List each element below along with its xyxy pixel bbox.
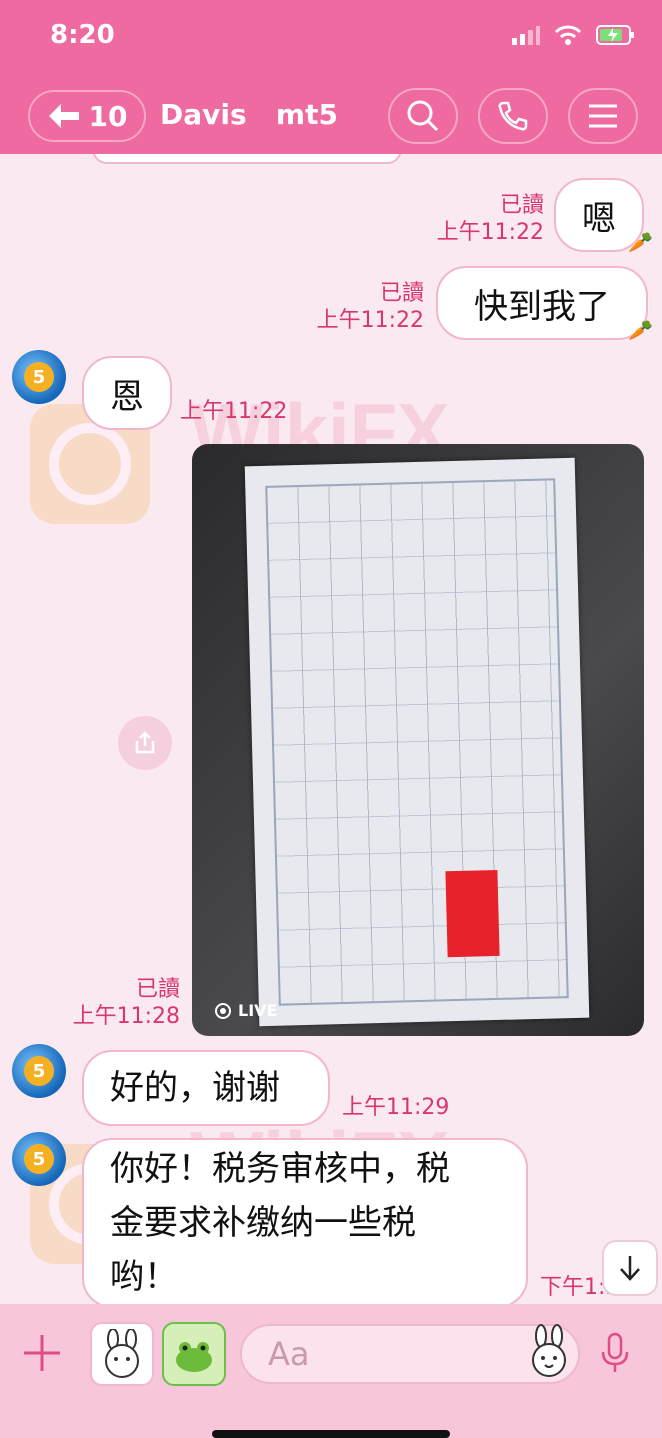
message-line: 金要求补缴纳一些税 (110, 1203, 416, 1243)
message-meta: 已讀 上午11:28 (64, 976, 180, 1030)
mic-icon (601, 1332, 629, 1372)
message-meta: 已讀 上午11:22 (312, 280, 424, 334)
mt5-logo-icon: 5 (24, 362, 54, 392)
wifi-icon (554, 25, 582, 45)
outgoing-message[interactable]: 快到我了 (436, 266, 648, 340)
arrow-down-icon (620, 1256, 640, 1281)
previous-bubble (92, 154, 402, 164)
chat-area[interactable]: WikiFX WikiFX 已讀 上午11:22 嗯 🥕 已讀 上午11:22 … (0, 154, 662, 1304)
message-line: 你好！税务审核中，税 (110, 1149, 450, 1189)
mic-button[interactable] (600, 1332, 630, 1378)
message-meta: 已讀 上午11:22 (430, 192, 544, 246)
chat-title: Davis mt5 (160, 98, 338, 131)
home-indicator (212, 1430, 450, 1438)
arrow-left-icon (48, 104, 79, 128)
call-button[interactable] (478, 88, 548, 144)
avatar[interactable]: 5 (12, 1132, 66, 1186)
unread-count: 10 (88, 99, 128, 133)
live-label: LIVE (238, 1001, 278, 1020)
sticker-button[interactable] (90, 1322, 154, 1386)
live-icon (215, 1002, 231, 1019)
incoming-message[interactable]: 恩 (82, 356, 172, 430)
chat-header: 10 Davis mt5 (0, 80, 662, 154)
message-time: 上午11:29 (342, 1095, 450, 1120)
mt5-logo-icon: 5 (24, 1144, 54, 1174)
frog-image-icon (176, 1342, 212, 1372)
back-button[interactable]: 10 (28, 90, 146, 142)
search-icon (407, 100, 439, 132)
read-receipt: 已讀 (379, 281, 424, 306)
live-badge: LIVE (214, 1001, 277, 1020)
message-time: 上午11:22 (180, 399, 288, 424)
slip-grid (265, 478, 569, 1006)
mt5-logo-icon: 5 (24, 1056, 54, 1086)
menu-icon (589, 104, 617, 128)
read-receipt: 已讀 (135, 977, 180, 1002)
input-bar: Aa (0, 1304, 662, 1438)
battery-icon (596, 25, 634, 45)
incoming-message[interactable]: 好的，谢谢 (82, 1050, 330, 1126)
message-time: 上午11:22 (436, 220, 544, 245)
emoji-icon[interactable] (526, 1324, 572, 1378)
image-button[interactable] (162, 1322, 226, 1386)
read-receipt: 已讀 (499, 193, 544, 218)
avatar[interactable]: 5 (12, 350, 66, 404)
plus-icon (24, 1335, 60, 1371)
photo-message[interactable]: LIVE (192, 444, 644, 1036)
status-bar: 8:20 (0, 0, 662, 80)
signal-icon (512, 26, 540, 45)
carrot-icon: 🥕 (628, 230, 653, 254)
message-line: 哟！ (110, 1257, 178, 1297)
status-icons (512, 24, 636, 46)
avatar[interactable]: 5 (12, 1044, 66, 1098)
search-button[interactable] (388, 88, 458, 144)
remittance-slip-image (244, 457, 590, 1027)
plus-button[interactable] (22, 1330, 62, 1384)
menu-button[interactable] (568, 88, 638, 144)
status-time: 8:20 (50, 20, 115, 50)
message-time: 上午11:22 (316, 308, 424, 333)
incoming-message[interactable]: 你好！税务审核中，税 金要求补缴纳一些税 哟！ (82, 1138, 528, 1304)
message-time: 上午11:28 (72, 1004, 180, 1029)
bunny-sticker-icon (105, 1329, 139, 1378)
scroll-down-button[interactable] (602, 1240, 658, 1296)
share-icon (135, 731, 155, 754)
redaction-box (445, 869, 500, 958)
share-button[interactable] (118, 716, 172, 770)
phone-icon (498, 101, 528, 131)
carrot-icon: 🥕 (628, 318, 653, 342)
